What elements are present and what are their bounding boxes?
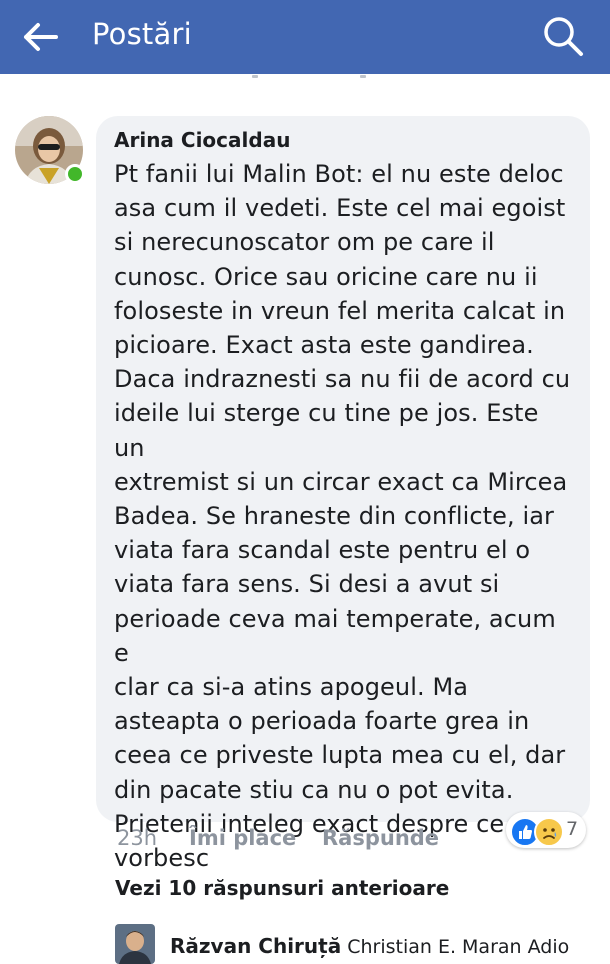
- scroll-hint: [252, 75, 258, 78]
- comment-line: asa cum il vedeti. Este cel mai egoist: [114, 194, 566, 223]
- back-button[interactable]: [22, 20, 62, 54]
- comment-line: perioade ceva mai temperate, acum e: [114, 604, 556, 667]
- comment-line: din pacate stiu ca nu o pot evita.: [114, 775, 514, 804]
- comment-line: extremist si un circar exact ca Mircea: [114, 467, 568, 496]
- comment-line: si nerecunoscator om pe care il: [114, 228, 495, 257]
- top-app-bar: Postări: [0, 0, 610, 74]
- comment-line: cunosc. Orice sau oricine care nu ii: [114, 262, 538, 291]
- comment-bubble[interactable]: Arina Ciocaldau Pt fanii lui Malin Bot: …: [96, 116, 590, 872]
- like-button[interactable]: Îmi place: [189, 826, 296, 850]
- comment-line: picioare. Exact asta este gandirea.: [114, 331, 534, 360]
- search-button[interactable]: [539, 12, 587, 60]
- reactions-summary[interactable]: 7: [506, 812, 586, 848]
- scroll-hint: [360, 75, 366, 78]
- search-icon: [544, 17, 583, 56]
- comment-line: viata fara sens. Si desi a avut si: [114, 570, 500, 599]
- separator-strip: [0, 74, 610, 84]
- comment-line: foloseste in vreun fel merita calcat in: [114, 296, 566, 325]
- comment-line: Badea. Se hraneste din conflicte, iar: [114, 502, 555, 531]
- arrow-left-icon: [24, 23, 58, 51]
- view-previous-replies-link[interactable]: Vezi 10 răspunsuri anterioare: [115, 876, 449, 900]
- reply-author[interactable]: Răzvan Chiruță: [170, 934, 341, 958]
- comment-line: Daca indraznesti sa nu fii de acord cu: [114, 365, 571, 394]
- online-status-dot: [65, 164, 85, 184]
- comment-line: asteapta o perioada foarte grea in: [114, 707, 530, 736]
- comment-line: ceea ce priveste lupta mea cu el, dar: [114, 741, 566, 770]
- comment-line: Pt fanii lui Malin Bot: el nu este deloc: [114, 160, 564, 188]
- reply-preview[interactable]: Răzvan Chiruță Christian E. Maran Adio: [170, 934, 569, 958]
- reply-avatar[interactable]: [115, 924, 155, 964]
- comment-line: ideile lui sterge cu tine pe jos. Este u…: [114, 399, 539, 462]
- comment-line: clar ca si-a atins apogeul. Ma: [114, 673, 469, 702]
- commenter-avatar-wrap[interactable]: [15, 116, 85, 186]
- comment-author[interactable]: Arina Ciocaldau: [114, 127, 576, 153]
- comment-text: Pt fanii lui Malin Bot: el nu este deloc…: [114, 157, 576, 875]
- reply-avatar-photo: [115, 924, 155, 964]
- reply-text: Christian E. Maran Adio: [347, 936, 570, 958]
- comment-timestamp[interactable]: 23h: [117, 826, 157, 850]
- reply-button[interactable]: Răspunde: [322, 826, 439, 850]
- reaction-count: 7: [566, 818, 579, 840]
- sad-reaction-icon: [534, 817, 564, 847]
- comment-line: viata fara scandal este pentru el o: [114, 536, 531, 565]
- page-title: Postări: [92, 17, 192, 51]
